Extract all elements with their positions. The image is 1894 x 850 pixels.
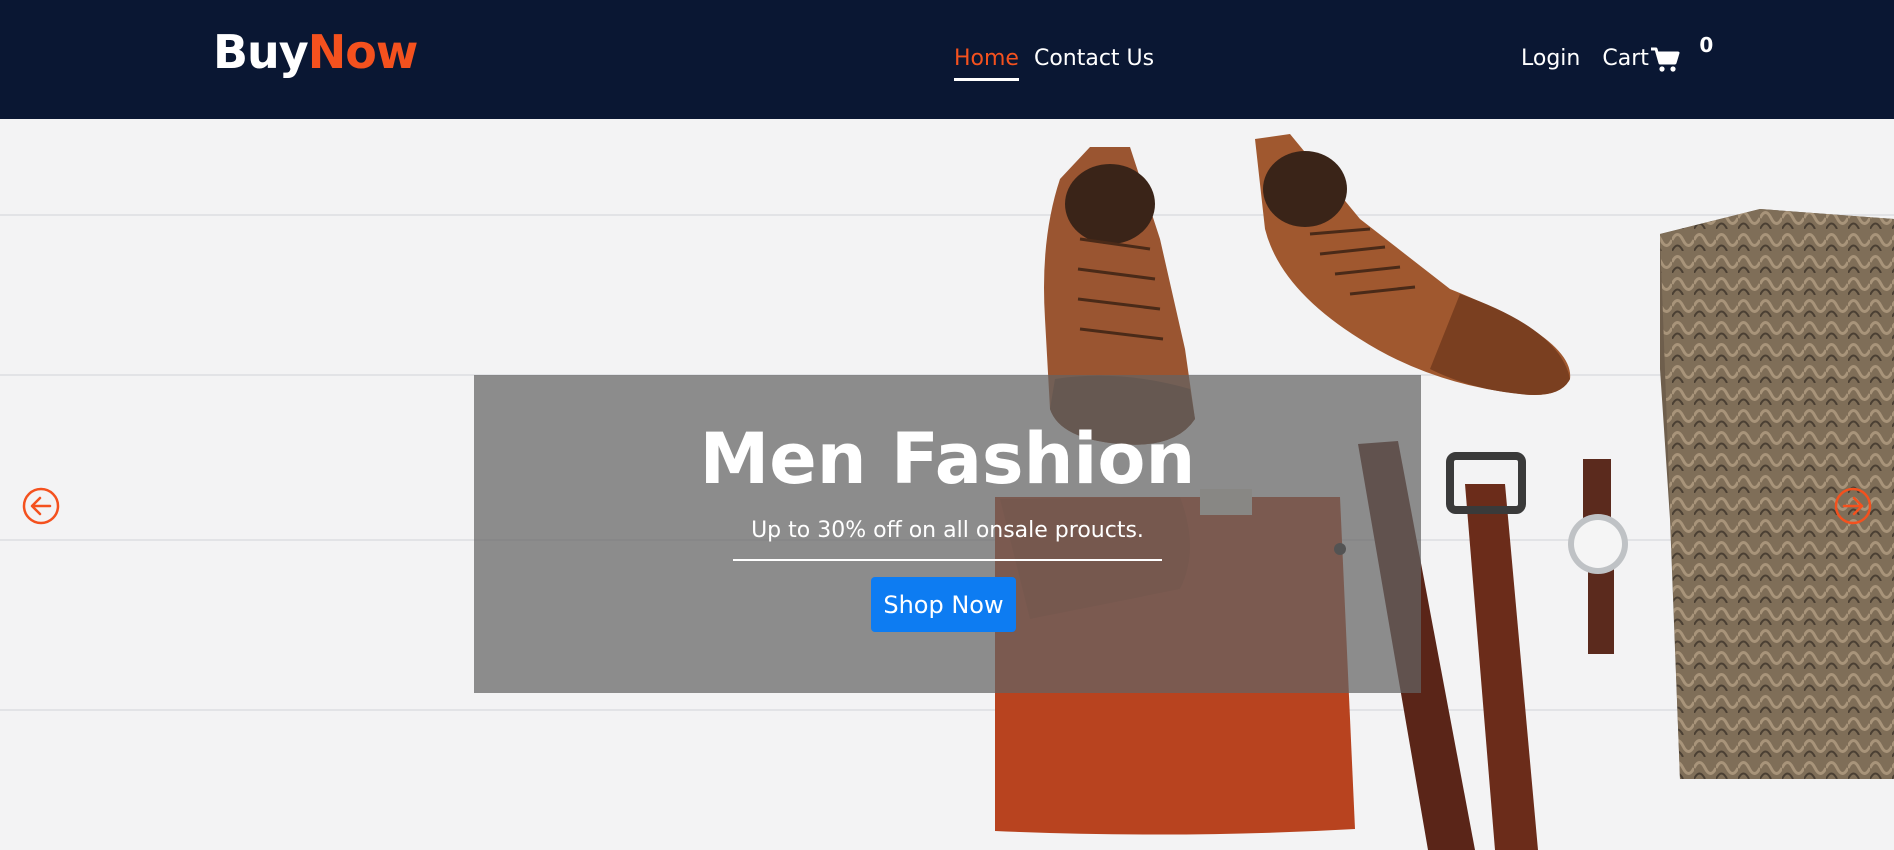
nav-right-group: Login Cart 0 (1521, 33, 1713, 74)
carousel-prev-button[interactable] (21, 486, 61, 526)
hero-caption: Men Fashion Up to 30% off on all onsale … (474, 375, 1421, 693)
arrow-right-circle-icon (1834, 487, 1872, 525)
hero-carousel: Men Fashion Up to 30% off on all onsale … (0, 119, 1894, 850)
brand-name-part2: Now (307, 25, 419, 79)
top-navbar: BuyNow Home Contact Us Login Cart 0 (0, 0, 1894, 119)
hero-title: Men Fashion (699, 418, 1196, 500)
nav-link-contact-us[interactable]: Contact Us (1034, 44, 1154, 78)
brand-name-part1: Buy (213, 25, 309, 79)
login-link[interactable]: Login (1521, 44, 1580, 74)
shop-now-button[interactable]: Shop Now (871, 577, 1016, 632)
nav-link-home[interactable]: Home (954, 44, 1019, 81)
arrow-left-circle-icon (22, 487, 60, 525)
caption-divider (733, 559, 1162, 561)
cart-label: Cart (1602, 46, 1649, 71)
brand-logo[interactable]: BuyNow (213, 24, 419, 80)
carousel-next-button[interactable] (1833, 486, 1873, 526)
cart-count-badge: 0 (1699, 33, 1714, 57)
boot-right (1255, 134, 1571, 395)
cart-icon (1650, 44, 1680, 74)
main-nav: Home Contact Us (954, 44, 1154, 81)
hero-subtitle: Up to 30% off on all onsale proucts. (751, 518, 1144, 543)
cart-link[interactable]: Cart 0 (1602, 33, 1713, 74)
wrist-watch (1568, 459, 1628, 654)
